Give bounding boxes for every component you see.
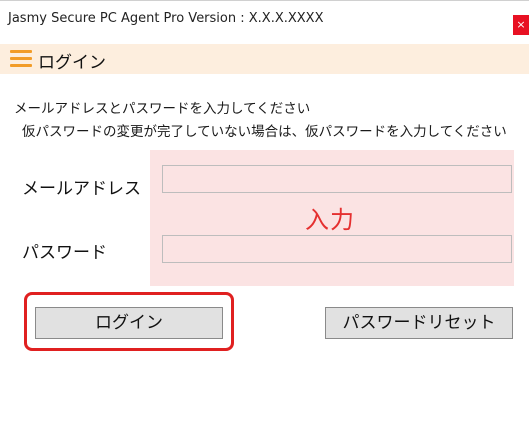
password-label: パスワード [22,243,107,263]
password-reset-button[interactable]: パスワードリセット [325,307,513,339]
close-button[interactable]: × [513,15,529,35]
password-field[interactable] [162,235,512,263]
email-field[interactable] [162,165,512,193]
instruction-line-1: メールアドレスとパスワードを入力してください [14,101,311,117]
title-bar: Jasmy Secure PC Agent Pro Version : X.X.… [0,0,529,35]
instruction-line-2: 仮パスワードの変更が完了していない場合は、仮パスワードを入力してください [22,124,507,140]
header-bar: ログイン [0,44,529,74]
email-label: メールアドレス [22,179,141,199]
login-button[interactable]: ログイン [35,307,223,339]
page-title: ログイン [38,53,106,73]
window-title: Jasmy Secure PC Agent Pro Version : X.X.… [8,11,324,26]
hamburger-menu-icon[interactable] [10,50,32,68]
input-hint: 入力 [305,206,355,234]
